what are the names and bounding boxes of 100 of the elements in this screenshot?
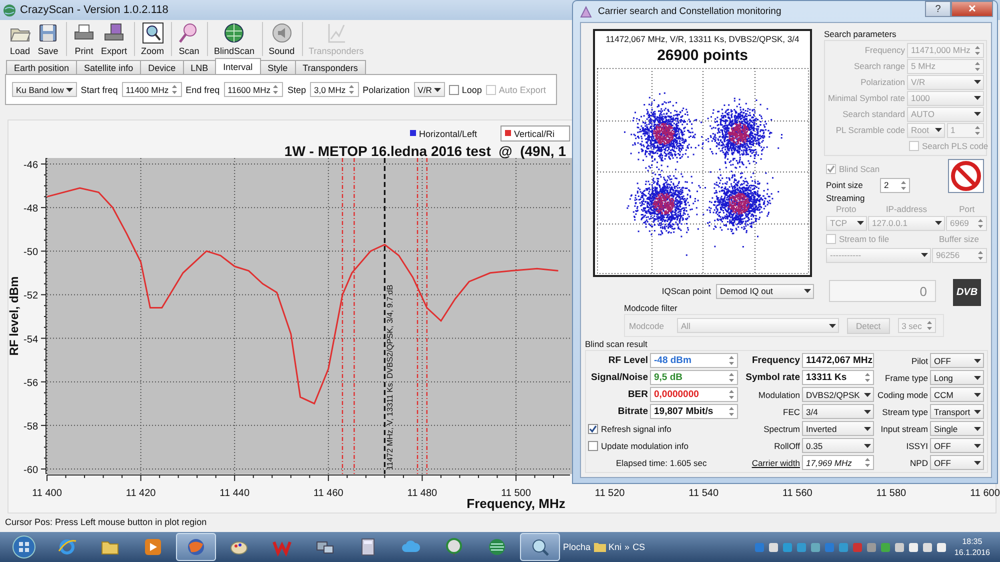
number-field[interactable]: -48 dBm — [650, 353, 738, 368]
tray-icon[interactable] — [936, 542, 948, 552]
tab[interactable]: Satellite info — [76, 60, 142, 74]
caret-icon[interactable] — [974, 410, 981, 414]
taskbar-button[interactable] — [520, 533, 560, 561]
field-label: IQScan point — [660, 286, 711, 296]
number-field[interactable]: 2 — [880, 178, 910, 192]
spinner-icon[interactable] — [348, 84, 355, 95]
spinner-icon[interactable] — [728, 406, 735, 417]
tray-icon[interactable] — [894, 542, 906, 552]
spinner-icon[interactable] — [272, 84, 280, 95]
taskbar-label[interactable]: Plocha — [563, 542, 591, 552]
dropdown[interactable]: Inverted — [802, 421, 874, 436]
caret-icon[interactable] — [974, 358, 981, 362]
spinner-icon[interactable] — [728, 372, 735, 383]
dropdown[interactable]: Long — [930, 370, 984, 385]
taskbar-button[interactable] — [176, 533, 216, 561]
field-label: Minimal Symbol rate — [827, 93, 905, 103]
toolbar-button[interactable]: Export — [98, 22, 130, 56]
dropdown[interactable]: DVBS2/QPSK — [802, 387, 874, 402]
ring-logo-icon[interactable] — [57, 537, 77, 557]
tab[interactable]: Transponders — [294, 60, 366, 74]
folder-icon[interactable] — [594, 542, 606, 552]
tray-icon[interactable] — [922, 542, 934, 552]
dropdown[interactable]: 0.35 — [802, 438, 874, 453]
caret-icon[interactable] — [864, 444, 871, 448]
number-field[interactable]: 9,5 dB — [650, 370, 738, 385]
caret-icon[interactable] — [974, 426, 981, 430]
toolbar-button[interactable]: Load — [6, 22, 34, 56]
help-button[interactable]: ? — [925, 1, 951, 17]
caret-icon[interactable] — [804, 289, 811, 293]
toolbar-button[interactable]: Sound — [262, 22, 298, 56]
spinner-icon[interactable] — [864, 372, 871, 383]
tab[interactable]: Device — [140, 60, 184, 74]
toolbar-button[interactable]: Zoom — [134, 22, 168, 56]
caret-icon[interactable] — [864, 392, 871, 396]
number-field[interactable]: 19,807 Mbit/s — [650, 404, 738, 419]
number-field[interactable]: 17,969 MHz — [802, 455, 874, 470]
spinner-icon[interactable] — [977, 250, 984, 260]
toolbar-button[interactable]: Print — [66, 22, 98, 56]
number-field[interactable]: 0,0000000 — [650, 387, 738, 402]
number-field[interactable]: 11472,067 MHz — [802, 353, 874, 368]
dropdown[interactable]: OFF — [930, 438, 984, 453]
dropdown[interactable]: OFF — [930, 455, 984, 470]
tab[interactable]: LNB — [182, 60, 216, 74]
spinner-icon[interactable] — [728, 389, 735, 400]
tray-icon[interactable] — [810, 542, 822, 552]
dropdown[interactable]: 3/4 — [802, 404, 874, 419]
taskbar-label[interactable]: Kni — [608, 542, 622, 552]
globe-icon[interactable] — [223, 22, 246, 44]
dropdown[interactable]: V/R — [414, 82, 445, 97]
field-label: Step — [287, 84, 306, 94]
striped-globe-icon[interactable] — [487, 537, 507, 557]
dropdown[interactable]: Ku Band low — [12, 82, 77, 97]
toolbar-button[interactable]: Scan — [171, 22, 204, 56]
caret-icon[interactable] — [974, 376, 981, 380]
caret-icon[interactable] — [864, 410, 871, 414]
spinner-icon[interactable] — [728, 355, 735, 366]
caret-icon[interactable] — [974, 392, 981, 396]
caret-icon[interactable] — [974, 460, 981, 464]
overflow-chevron[interactable]: » — [624, 542, 630, 552]
checkbox[interactable] — [448, 84, 459, 94]
spinner-icon[interactable] — [864, 457, 871, 468]
spinner-icon[interactable] — [977, 218, 984, 228]
caret-icon[interactable] — [66, 88, 73, 92]
caret-icon[interactable] — [434, 88, 441, 92]
magnifier-icon[interactable] — [142, 22, 164, 44]
dropdown[interactable]: CCM — [930, 387, 984, 402]
spinner-icon[interactable] — [900, 180, 907, 190]
tray-icon[interactable] — [768, 542, 780, 552]
language-indicator[interactable]: CS — [632, 542, 646, 552]
dropdown[interactable]: Single — [930, 421, 984, 436]
spinner-icon[interactable] — [170, 84, 178, 95]
speaker-icon[interactable] — [270, 22, 293, 44]
tab[interactable]: Interval — [215, 58, 261, 74]
tab[interactable]: Earth position — [6, 60, 78, 74]
toolbar-button[interactable]: BlindScan — [207, 22, 258, 56]
dropdown[interactable]: Demod IQ out — [716, 284, 814, 298]
clock-date[interactable]: 16.1.2016 — [954, 547, 990, 558]
caret-icon[interactable] — [935, 221, 942, 225]
column-header: IP-address — [884, 204, 928, 215]
caret-icon[interactable] — [921, 253, 928, 257]
number-field[interactable]: 3,0 MHz — [310, 82, 359, 97]
clock-time[interactable]: 18:35 — [962, 536, 982, 547]
caret-icon[interactable] — [974, 444, 981, 448]
number-field[interactable]: 11400 MHz — [122, 82, 182, 97]
link[interactable]: Carrier width — [740, 458, 800, 468]
dropdown[interactable]: Transport — [930, 404, 984, 419]
number-field[interactable]: 13311 Ks — [802, 370, 874, 385]
checkbox[interactable] — [588, 440, 598, 450]
tray-icon[interactable] — [908, 542, 920, 552]
dropdown[interactable]: OFF — [930, 353, 984, 368]
tab[interactable]: Style — [260, 60, 296, 74]
caret-icon[interactable] — [864, 426, 871, 430]
toolbar-button[interactable]: Save — [34, 22, 62, 56]
play-icon[interactable] — [143, 537, 163, 557]
number-field[interactable]: 11600 MHz — [224, 82, 284, 97]
checkbox[interactable] — [588, 424, 598, 434]
tick-label: 11 440 — [220, 488, 250, 499]
column-header: Proto — [834, 204, 858, 215]
